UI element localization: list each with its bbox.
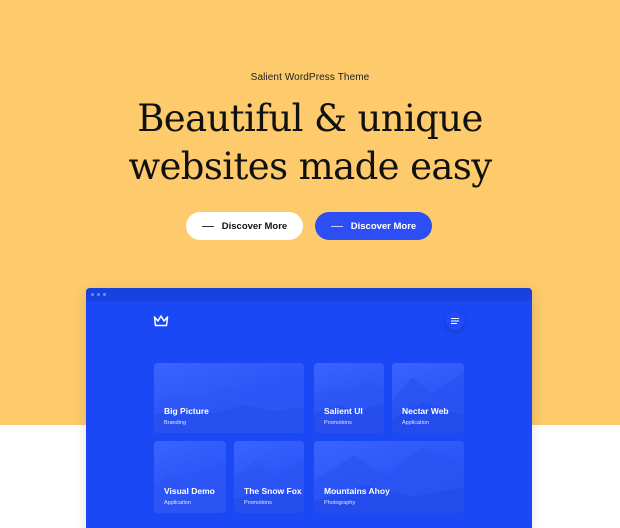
portfolio-card-nectar-web[interactable]: Nectar Web Application [392,363,464,433]
card-category: Application [402,420,429,426]
window-dot-icon [91,293,94,296]
hamburger-menu-icon [451,318,459,324]
hero-eyebrow: Salient WordPress Theme [250,72,370,83]
button-label: Discover More [221,220,288,232]
card-category: Promotions [244,500,272,506]
card-title: Mountains Ahoy [324,486,390,496]
dash-icon [330,225,343,227]
crown-icon[interactable] [153,314,169,328]
card-category: Application [164,500,191,506]
card-title: Visual Demo [164,486,215,496]
card-category: Photography [324,500,356,506]
card-title: Salient UI [324,406,363,416]
button-label: Discover More [350,220,417,232]
dash-icon [201,225,214,227]
portfolio-card-salient-ui[interactable]: Salient UI Promotions [314,363,384,433]
hero-headline: Beautiful & unique websites made easy [0,95,620,191]
portfolio-card-big-picture[interactable]: Big Picture Branding [154,363,304,433]
hamburger-menu-button[interactable] [446,312,464,330]
card-title: The Snow Fox [244,486,302,496]
card-category: Branding [164,420,187,426]
site-preview-window: Big Picture Branding Salient UI Promotio… [86,288,532,528]
portfolio-card-mountains-ahoy[interactable]: Mountains Ahoy Photography [314,441,464,513]
portfolio-card-the-snow-fox[interactable]: The Snow Fox Promotions [234,441,304,513]
window-dot-icon [97,293,100,296]
card-category: Promotions [324,420,352,426]
portfolio-card-visual-demo[interactable]: Visual Demo Application [154,441,226,513]
headline-line-1: Beautiful & unique [137,97,483,140]
browser-title-bar [86,288,532,301]
discover-more-button-light[interactable]: Discover More [186,212,303,240]
window-dot-icon [103,293,106,296]
discover-more-button-blue[interactable]: Discover More [315,212,432,240]
headline-line-2: websites made easy [128,145,492,188]
card-title: Big Picture [164,406,209,416]
card-title: Nectar Web [402,406,449,416]
